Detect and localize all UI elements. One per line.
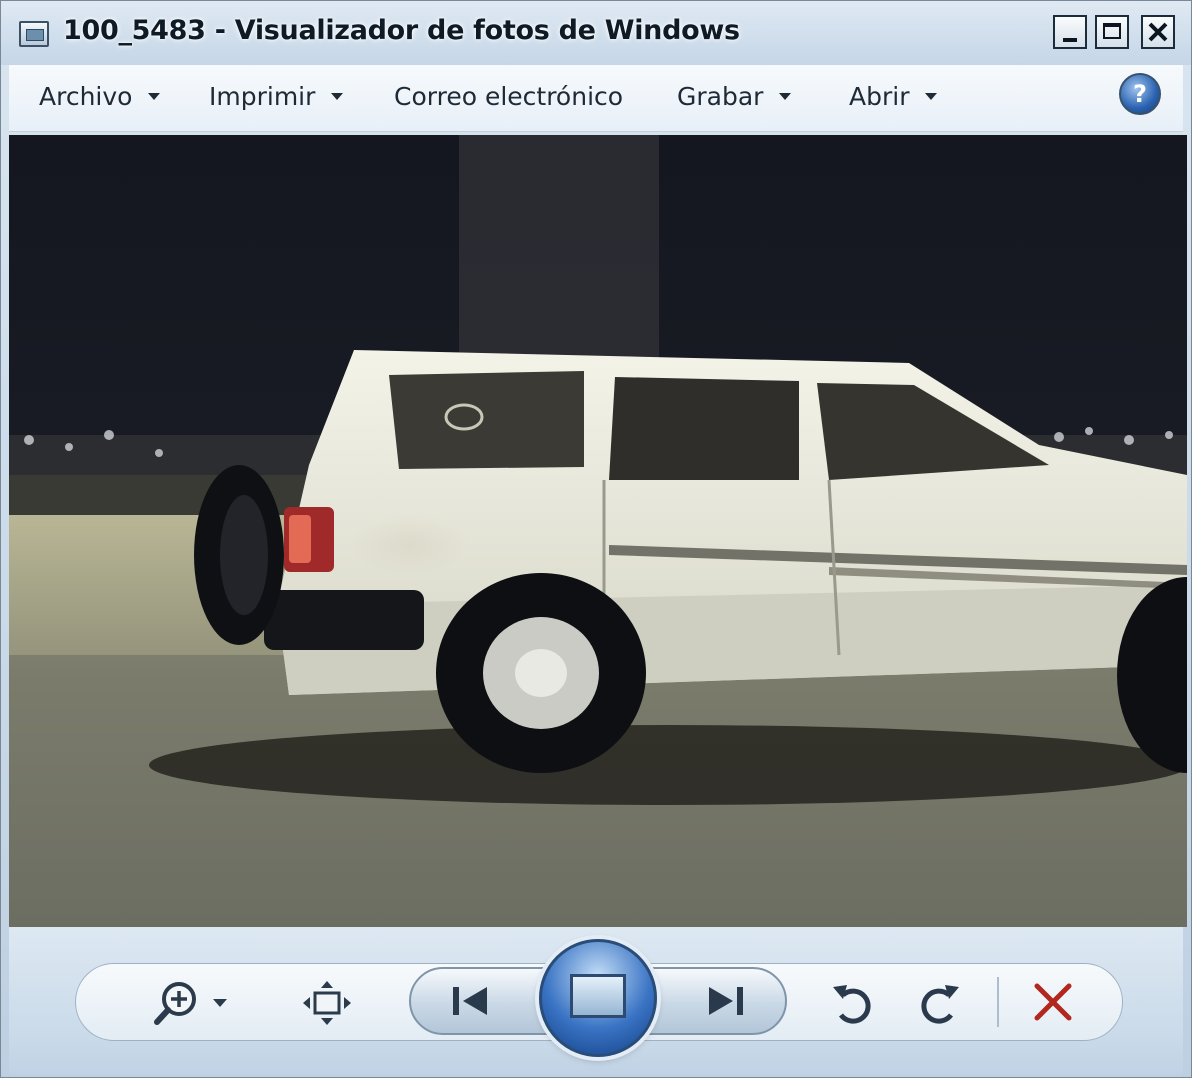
- menu-abrir-label: Abrir: [849, 81, 910, 111]
- menu-abrir[interactable]: Abrir: [849, 79, 938, 113]
- control-bar: [9, 927, 1183, 1075]
- slideshow-button[interactable]: [539, 939, 657, 1057]
- chevron-down-icon: [148, 92, 161, 100]
- photo-image: [9, 135, 1187, 927]
- control-separator: [997, 977, 999, 1027]
- menu-archivo-label: Archivo: [39, 81, 133, 111]
- rotate-left-icon[interactable]: [829, 981, 877, 1027]
- menu-correo-electronico[interactable]: Correo electrónico: [394, 79, 623, 113]
- delete-icon[interactable]: [1029, 979, 1077, 1025]
- photo-display[interactable]: [9, 135, 1187, 927]
- slideshow-icon: [570, 974, 626, 1018]
- close-window-button[interactable]: [1141, 15, 1175, 49]
- next-icon[interactable]: [703, 981, 747, 1021]
- rotate-right-icon[interactable]: [915, 981, 963, 1027]
- menu-archivo[interactable]: Archivo: [39, 79, 161, 113]
- title-bar[interactable]: 100_5483 - Visualizador de fotos de Wind…: [1, 1, 1191, 65]
- window-title: 100_5483 - Visualizador de fotos de Wind…: [63, 15, 740, 46]
- menu-correo-label: Correo electrónico: [394, 81, 624, 111]
- menu-bar: Archivo Imprimir Correo electrónico Grab…: [9, 65, 1183, 132]
- zoom-icon[interactable]: [151, 977, 241, 1027]
- chevron-down-icon: [331, 92, 344, 100]
- chevron-down-icon: [779, 92, 792, 100]
- photo-viewer-app-icon: [19, 21, 49, 47]
- minimize-button[interactable]: [1053, 15, 1087, 49]
- close-icon: [1148, 22, 1168, 42]
- menu-imprimir[interactable]: Imprimir: [209, 79, 344, 113]
- chevron-down-icon: [925, 92, 938, 100]
- menu-imprimir-label: Imprimir: [209, 81, 316, 111]
- photo-viewer-window: 100_5483 - Visualizador de fotos de Wind…: [0, 0, 1192, 1078]
- menu-grabar[interactable]: Grabar: [677, 79, 792, 113]
- menu-grabar-label: Grabar: [677, 81, 764, 111]
- help-question-icon[interactable]: ?: [1119, 73, 1161, 115]
- previous-icon[interactable]: [449, 981, 493, 1021]
- fit-window-icon[interactable]: [301, 979, 353, 1027]
- maximize-button[interactable]: [1095, 15, 1129, 49]
